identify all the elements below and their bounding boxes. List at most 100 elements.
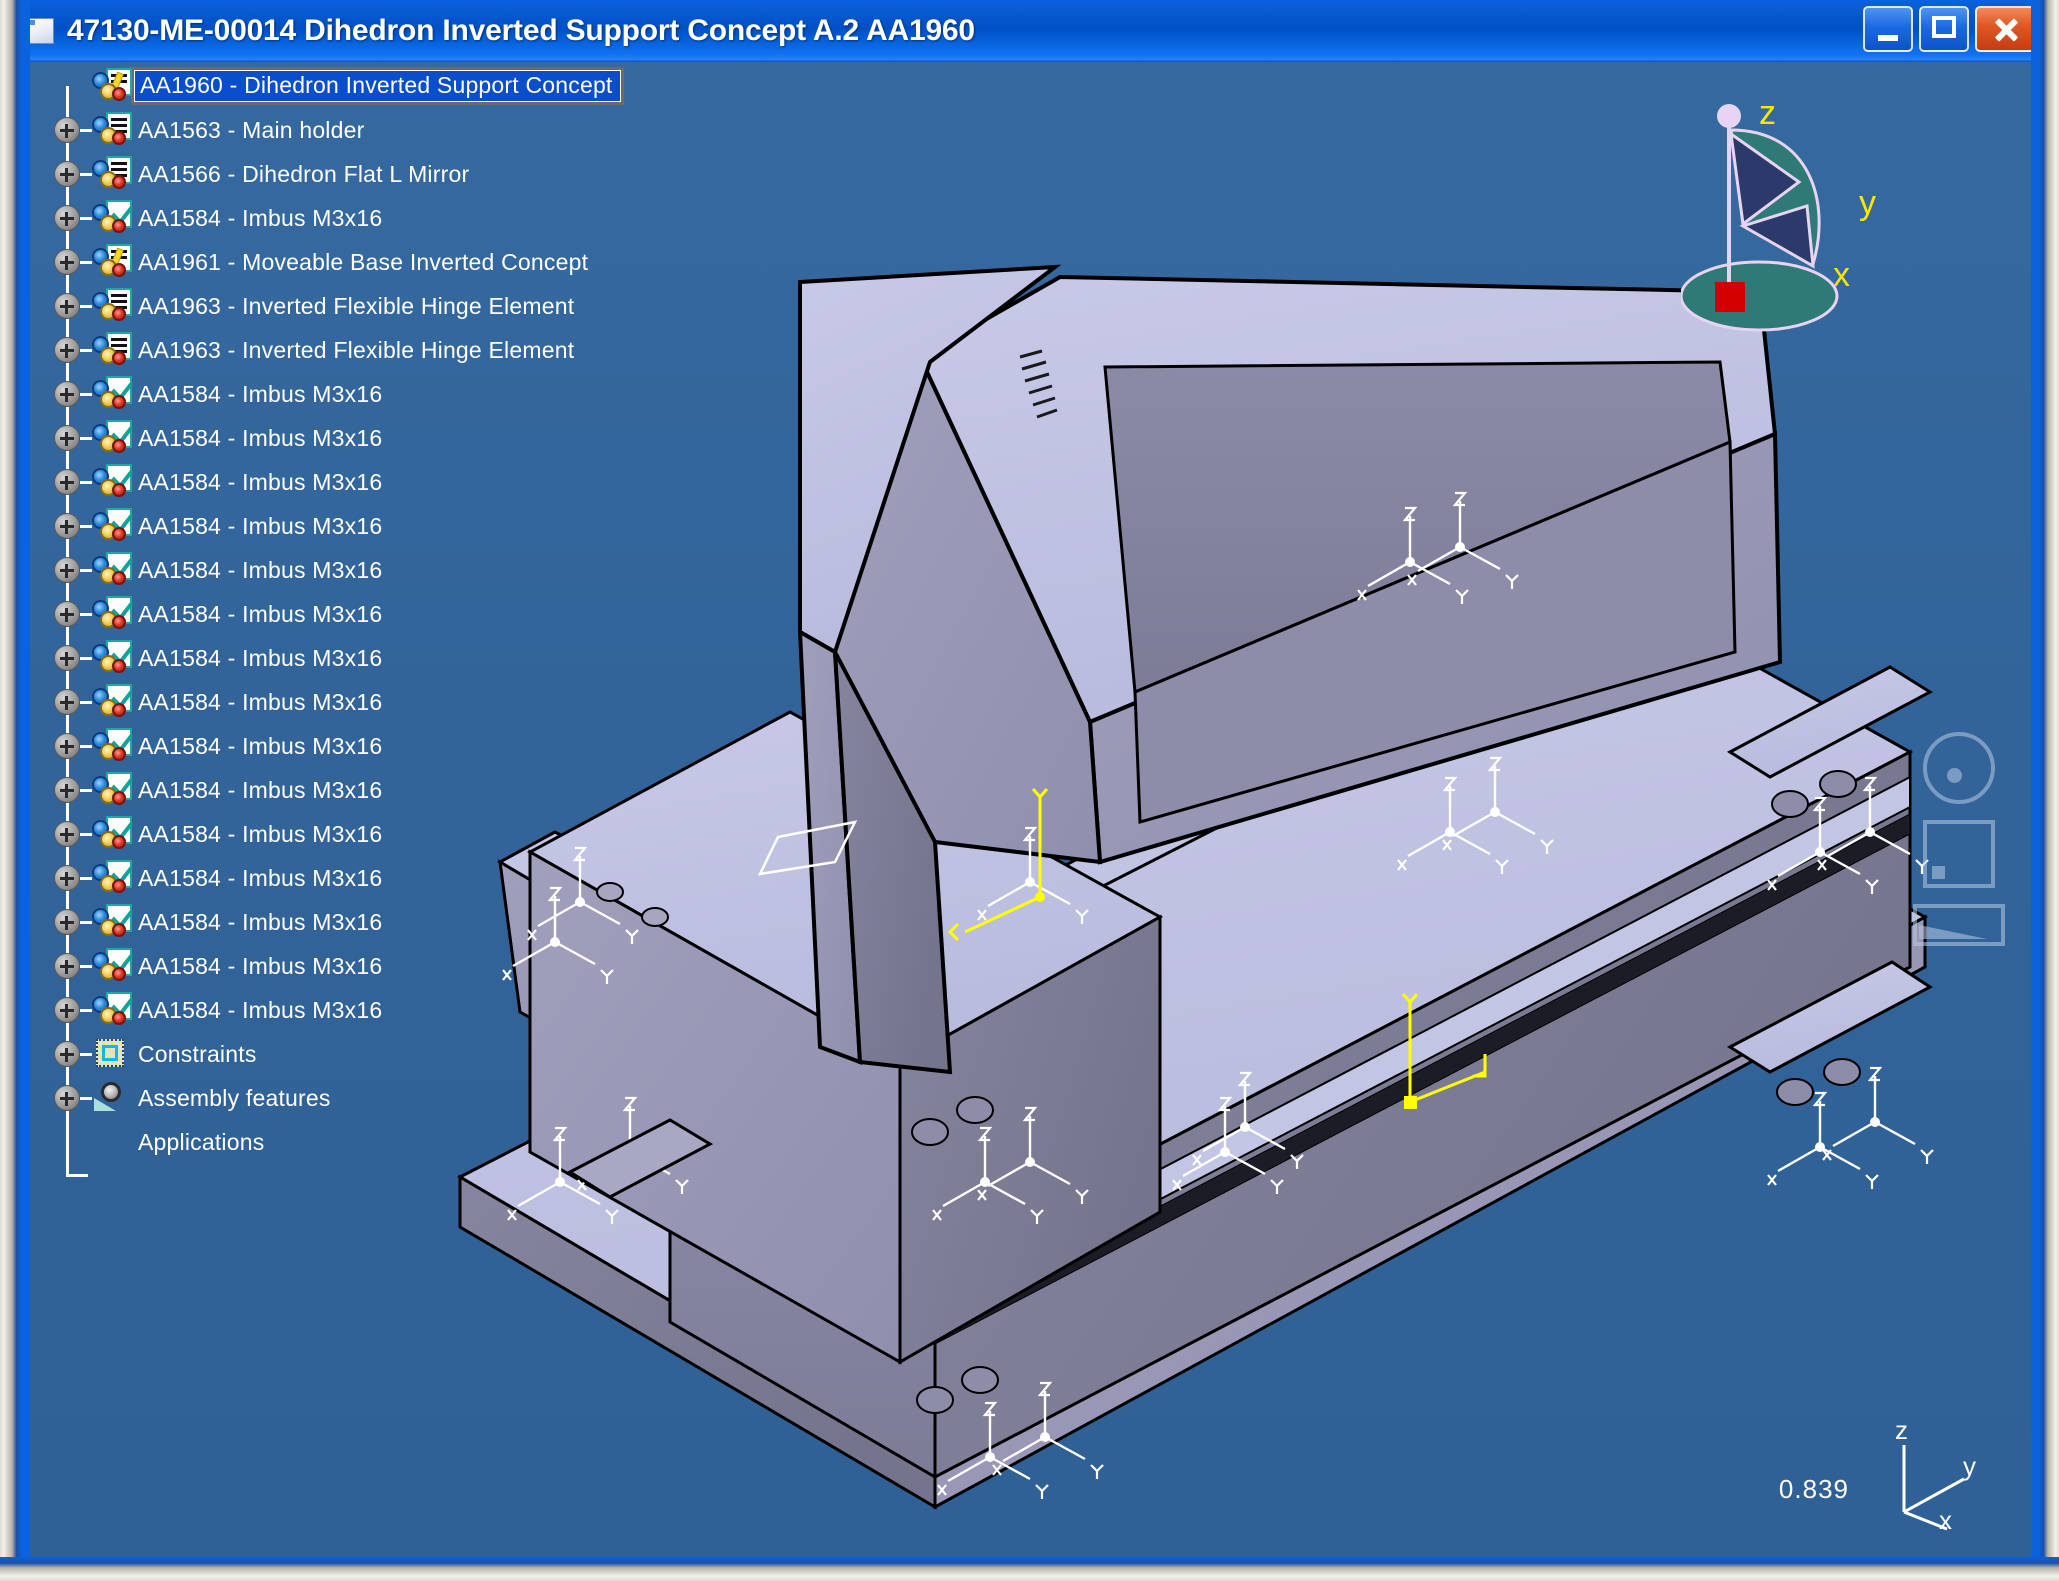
- expand-toggle[interactable]: [54, 777, 80, 803]
- expand-toggle[interactable]: [54, 337, 80, 363]
- compass-widget[interactable]: z y x: [1681, 74, 1911, 334]
- tree-node-5[interactable]: AA1963 - Inverted Flexible Hinge Element: [38, 328, 658, 372]
- expand-toggle[interactable]: [54, 865, 80, 891]
- expand-toggle[interactable]: [54, 513, 80, 539]
- expand-toggle[interactable]: [54, 601, 80, 627]
- node-icon: [92, 332, 132, 368]
- tree-node-22[interactable]: Assembly features: [38, 1076, 658, 1120]
- tree-node-17[interactable]: AA1584 - Imbus M3x16: [38, 856, 658, 900]
- node-icon: [92, 1124, 132, 1160]
- corner-triad-y-label: y: [1963, 1451, 1976, 1481]
- expand-toggle[interactable]: [54, 1041, 80, 1067]
- maximize-button[interactable]: [1919, 6, 1969, 52]
- assembly-features-icon: [94, 1082, 124, 1112]
- compass-z-label: z: [1759, 94, 1776, 132]
- tree-connector: [80, 480, 92, 484]
- tree-node-label: AA1960 - Dihedron Inverted Support Conce…: [131, 67, 624, 105]
- tree-node-15[interactable]: AA1584 - Imbus M3x16: [38, 768, 658, 812]
- expand-toggle[interactable]: [54, 161, 80, 187]
- gear-red-icon: [112, 747, 126, 761]
- tree-node-14[interactable]: AA1584 - Imbus M3x16: [38, 724, 658, 768]
- window-border-right: [2031, 0, 2059, 1581]
- minimize-button[interactable]: [1863, 6, 1913, 52]
- expand-toggle[interactable]: [54, 381, 80, 407]
- expand-toggle[interactable]: [54, 821, 80, 847]
- rotate-view-icon[interactable]: [1923, 732, 1995, 804]
- node-icon: [92, 596, 132, 632]
- tree-node-18[interactable]: AA1584 - Imbus M3x16: [38, 900, 658, 944]
- gear-red-icon: [112, 175, 126, 189]
- tree-connector: [80, 964, 92, 968]
- expand-toggle[interactable]: [54, 205, 80, 231]
- node-icon: [92, 200, 132, 236]
- tree-node-8[interactable]: AA1584 - Imbus M3x16: [38, 460, 658, 504]
- gear-red-icon: [112, 659, 126, 673]
- fit-all-view-icon[interactable]: [1923, 820, 1995, 888]
- application-window: 47130-ME-00014 Dihedron Inverted Support…: [0, 0, 2059, 1581]
- tree-node-1[interactable]: AA1566 - Dihedron Flat L Mirror: [38, 152, 658, 196]
- node-icon: [92, 728, 132, 764]
- expand-toggle[interactable]: [54, 909, 80, 935]
- tree-connector: [80, 920, 92, 924]
- tree-node-9[interactable]: AA1584 - Imbus M3x16: [38, 504, 658, 548]
- tree-node-11[interactable]: AA1584 - Imbus M3x16: [38, 592, 658, 636]
- expand-toggle[interactable]: [54, 293, 80, 319]
- tree-node-0[interactable]: AA1563 - Main holder: [38, 108, 658, 152]
- gear-red-icon: [112, 527, 126, 541]
- tree-node-root[interactable]: AA1960 - Dihedron Inverted Support Conce…: [38, 64, 658, 108]
- tree-node-label: AA1584 - Imbus M3x16: [138, 732, 383, 759]
- node-icon: [92, 816, 132, 852]
- gear-red-icon: [112, 131, 126, 145]
- normal-view-icon[interactable]: [1913, 904, 2005, 946]
- tree-connector: [80, 1052, 92, 1056]
- tree-connector: [80, 128, 92, 132]
- tree-node-21[interactable]: Constraints: [38, 1032, 658, 1076]
- tree-node-23[interactable]: Applications: [38, 1120, 658, 1164]
- tree-node-7[interactable]: AA1584 - Imbus M3x16: [38, 416, 658, 460]
- tree-node-16[interactable]: AA1584 - Imbus M3x16: [38, 812, 658, 856]
- expand-toggle[interactable]: [54, 425, 80, 451]
- zoom-factor-label: 0.839: [1778, 1474, 1849, 1504]
- tree-node-4[interactable]: AA1963 - Inverted Flexible Hinge Element: [38, 284, 658, 328]
- tree-connector: [80, 568, 92, 572]
- tree-node-label: Applications: [138, 1128, 265, 1155]
- tree-node-13[interactable]: AA1584 - Imbus M3x16: [38, 680, 658, 724]
- tree-node-label: AA1584 - Imbus M3x16: [138, 204, 383, 231]
- expand-toggle[interactable]: [54, 249, 80, 275]
- tree-node-19[interactable]: AA1584 - Imbus M3x16: [38, 944, 658, 988]
- tree-node-20[interactable]: AA1584 - Imbus M3x16: [38, 988, 658, 1032]
- tree-connector: [80, 172, 92, 176]
- tree-node-12[interactable]: AA1584 - Imbus M3x16: [38, 636, 658, 680]
- cad-3d-viewport[interactable]: AA1960 - Dihedron Inverted Support Conce…: [30, 62, 2031, 1557]
- gear-red-icon: [112, 703, 126, 717]
- specification-tree[interactable]: AA1960 - Dihedron Inverted Support Conce…: [38, 64, 658, 1177]
- gear-red-icon: [112, 263, 126, 277]
- gear-red-icon: [112, 791, 126, 805]
- tree-node-2[interactable]: AA1584 - Imbus M3x16: [38, 196, 658, 240]
- tree-node-6[interactable]: AA1584 - Imbus M3x16: [38, 372, 658, 416]
- expand-toggle[interactable]: [54, 1085, 80, 1111]
- tree-node-label: AA1584 - Imbus M3x16: [138, 952, 383, 979]
- tree-node-10[interactable]: AA1584 - Imbus M3x16: [38, 548, 658, 592]
- expand-toggle[interactable]: [54, 733, 80, 759]
- expand-toggle[interactable]: [54, 645, 80, 671]
- tree-connector: [80, 744, 92, 748]
- expand-toggle[interactable]: [54, 557, 80, 583]
- corner-triad-x-label: x: [1939, 1505, 1952, 1535]
- tree-node-3[interactable]: AA1961 - Moveable Base Inverted Concept: [38, 240, 658, 284]
- expand-toggle[interactable]: [54, 997, 80, 1023]
- close-button[interactable]: [1975, 6, 2037, 52]
- node-icon: [92, 860, 132, 896]
- gear-red-icon: [112, 395, 126, 409]
- node-icon: [92, 992, 132, 1028]
- view-tools-palette[interactable]: [1913, 732, 2005, 962]
- expand-toggle[interactable]: [54, 953, 80, 979]
- title-bar[interactable]: 47130-ME-00014 Dihedron Inverted Support…: [0, 0, 2059, 62]
- tree-connector: [80, 1096, 92, 1100]
- tree-connector: [80, 85, 92, 88]
- gear-red-icon: [112, 1011, 126, 1025]
- node-icon: [92, 156, 132, 192]
- expand-toggle[interactable]: [54, 117, 80, 143]
- expand-toggle[interactable]: [54, 689, 80, 715]
- expand-toggle[interactable]: [54, 469, 80, 495]
